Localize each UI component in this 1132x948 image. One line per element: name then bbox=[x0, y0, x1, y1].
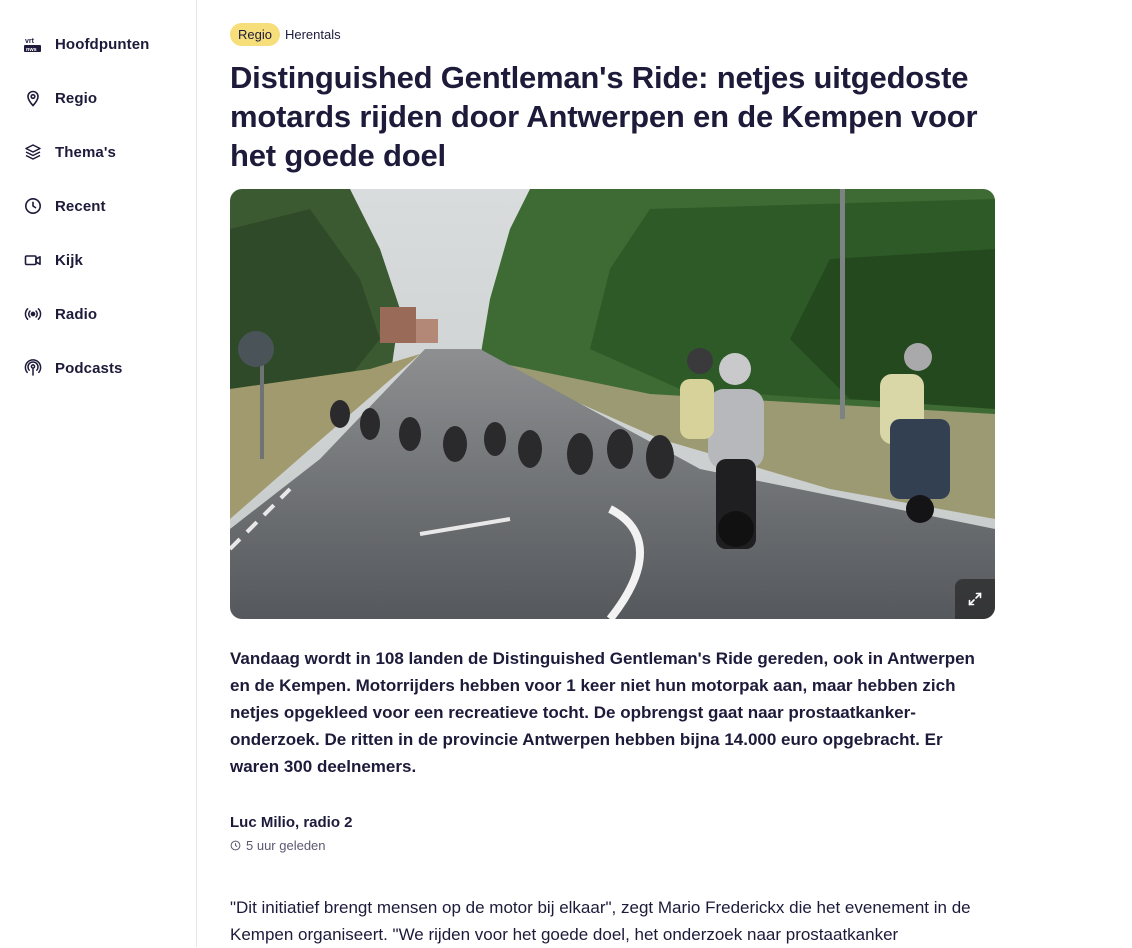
svg-text:vrt: vrt bbox=[25, 38, 35, 45]
podcast-icon bbox=[23, 358, 43, 378]
sidebar-item-hoofdpunten[interactable]: vrt nws Hoofdpunten bbox=[23, 32, 149, 56]
sidebar-item-label: Hoofdpunten bbox=[55, 35, 150, 53]
article-body: "Dit initiatief brengt mensen op de moto… bbox=[230, 898, 971, 944]
layers-icon bbox=[23, 142, 43, 162]
expand-icon bbox=[966, 590, 984, 608]
vrt-nws-logo-icon: vrt nws bbox=[23, 34, 43, 54]
motorcycle-ride-photo bbox=[230, 189, 995, 619]
sidebar-item-label: Radio bbox=[55, 305, 98, 323]
sidebar-item-label: Recent bbox=[55, 197, 106, 215]
sidebar-item-regio[interactable]: Regio bbox=[23, 86, 97, 110]
sidebar-item-label: Kijk bbox=[55, 251, 83, 269]
sidebar-item-label: Regio bbox=[55, 89, 98, 107]
article-lead: Vandaag wordt in 108 landen de Distingui… bbox=[230, 649, 975, 776]
map-pin-icon bbox=[23, 88, 43, 108]
sidebar-item-label: Thema's bbox=[55, 143, 116, 161]
sidebar-item-kijk[interactable]: Kijk bbox=[23, 248, 83, 272]
clock-icon bbox=[230, 840, 241, 851]
location-link[interactable]: Herentals bbox=[285, 27, 341, 42]
radio-waves-icon bbox=[23, 304, 43, 324]
clock-icon bbox=[23, 196, 43, 216]
timestamp-text: 5 uur geleden bbox=[246, 838, 326, 853]
article-title: Distinguished Gentleman's Ride: netjes u… bbox=[230, 60, 978, 173]
article-author[interactable]: Luc Milio, radio 2 bbox=[230, 814, 353, 831]
sidebar-item-podcasts[interactable]: Podcasts bbox=[23, 356, 123, 380]
category-tag[interactable]: Regio bbox=[230, 22, 280, 46]
sidebar-item-radio[interactable]: Radio bbox=[23, 302, 97, 326]
svg-text:nws: nws bbox=[26, 47, 37, 52]
hero-image[interactable] bbox=[230, 189, 995, 619]
sidebar-item-recent[interactable]: Recent bbox=[23, 194, 106, 218]
sidebar-item-themas[interactable]: Thema's bbox=[23, 140, 116, 164]
sidebar-nav: vrt nws Hoofdpunten Regio Thema's Recent… bbox=[0, 0, 197, 947]
video-camera-icon bbox=[23, 250, 43, 270]
article-tags: Regio Herentals bbox=[230, 22, 341, 46]
expand-image-button[interactable] bbox=[955, 579, 995, 619]
article-timestamp: 5 uur geleden bbox=[230, 838, 326, 853]
sidebar-item-label: Podcasts bbox=[55, 359, 123, 377]
